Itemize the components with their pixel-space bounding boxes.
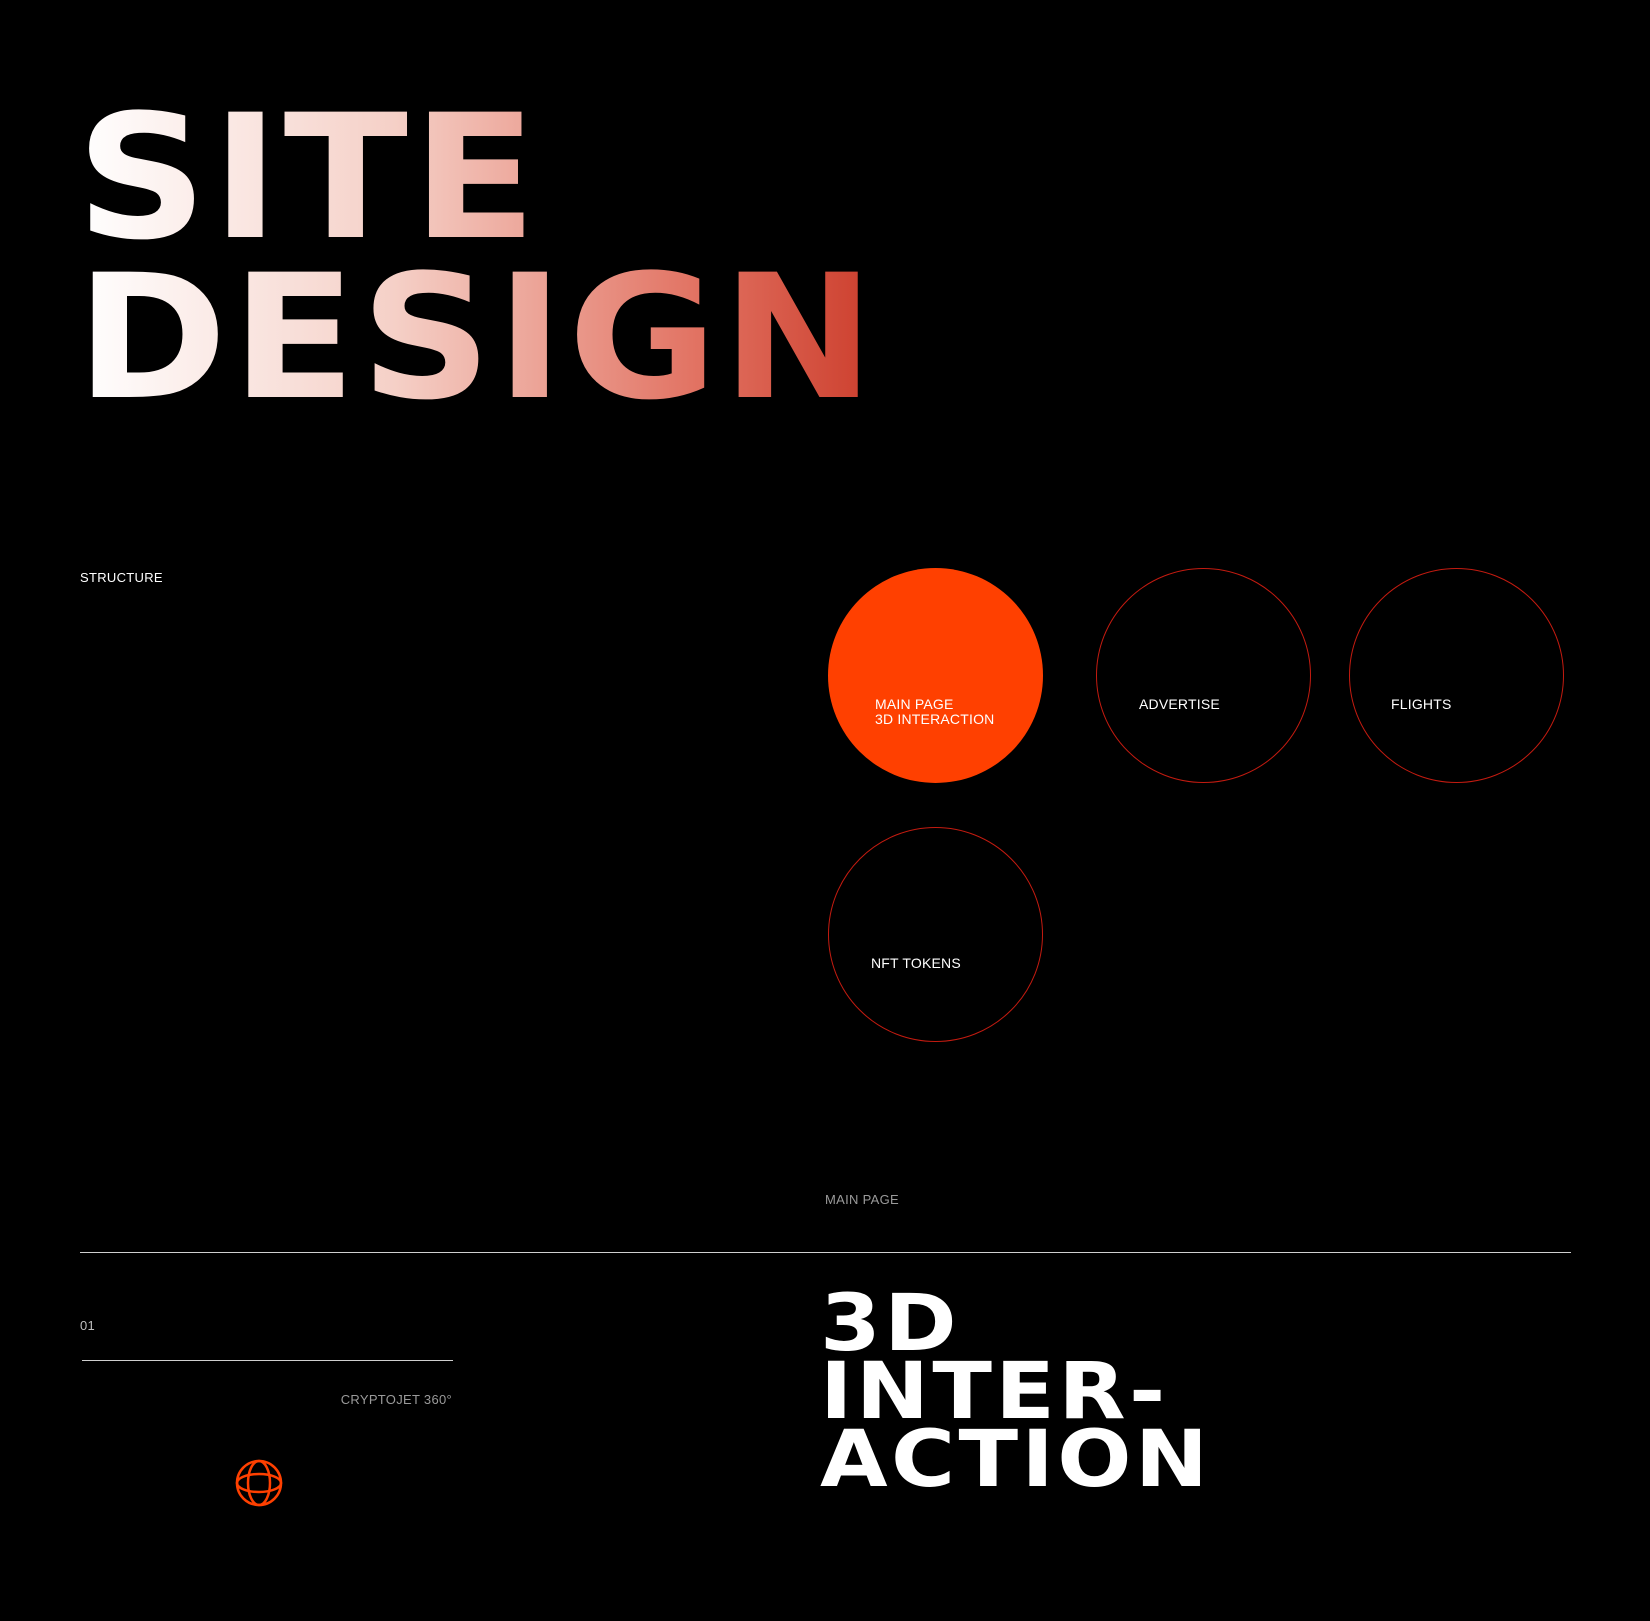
section-index: 01 xyxy=(80,1318,96,1333)
structure-label: STRUCTURE xyxy=(80,570,163,585)
hero-title: SITE DESIGN xyxy=(76,92,1136,424)
divider xyxy=(80,1252,1571,1253)
main-page-caption: MAIN PAGE xyxy=(825,1192,899,1207)
hero-title-line-2: DESIGN xyxy=(76,252,1136,424)
node-flights[interactable] xyxy=(1349,568,1564,783)
node-nft-tokens-label: NFT TOKENS xyxy=(871,955,961,971)
node-advertise[interactable] xyxy=(1096,568,1311,783)
hero-title-line-1: SITE xyxy=(76,92,1136,264)
brand-name: CRYPTOJET 360° xyxy=(340,1392,452,1407)
node-main-page-label: MAIN PAGE 3D INTERACTION xyxy=(875,696,995,727)
node-nft-tokens[interactable] xyxy=(828,827,1043,1042)
node-advertise-label: ADVERTISE xyxy=(1139,696,1220,712)
short-divider xyxy=(82,1360,453,1361)
node-flights-label: FLIGHTS xyxy=(1391,696,1452,712)
globe-icon xyxy=(234,1458,284,1508)
node-main-page[interactable] xyxy=(828,568,1043,783)
section-heading: 3D INTER- ACTION xyxy=(820,1279,1212,1505)
